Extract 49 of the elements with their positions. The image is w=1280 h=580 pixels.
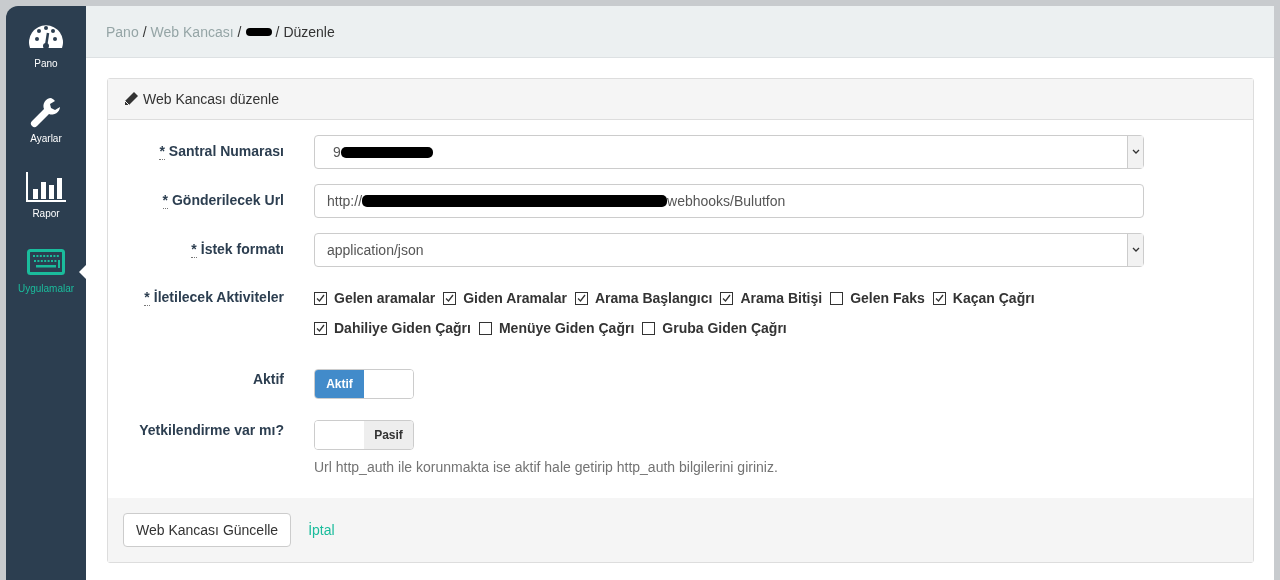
sidebar-item[interactable]: Ayarlar [6,95,86,156]
checkbox[interactable] [478,321,492,335]
update-button[interactable]: Web Kancası Güncelle [123,513,292,547]
select-field[interactable]: application/json [314,233,1144,267]
activity-checkbox[interactable]: Gruba Giden Çağrı [642,320,787,336]
help-text: Url http_auth ile korunmakta ise aktif hale getirip http_auth bilgilerini giriniz. [314,459,779,475]
field-label: * İletilecek Aktiviteler [144,289,284,305]
checkbox[interactable] [574,291,588,305]
activity-checkbox[interactable]: Arama Bitişi [720,290,823,306]
breadcrumb-separator: / [275,23,280,40]
gauge-icon [29,25,63,49]
breadcrumb-separator: / [237,23,242,40]
breadcrumb-separator: / [142,23,147,40]
bar-chart-icon [26,172,66,202]
sidebar-item[interactable]: Pano [6,20,86,81]
checkbox[interactable] [314,291,327,305]
activity-checkbox[interactable]: Giden Aramalar [443,290,567,306]
card-title: Web Kancası düzenle [143,91,279,107]
activity-checkbox[interactable]: Gelen aramalar [314,290,436,306]
field-label: Aktif [252,371,284,387]
redaction-bar [245,27,272,36]
field-value: webhooks/Bulutfon [667,193,786,209]
sidebar-item[interactable]: Rapor [6,170,86,231]
field-value: 9 [332,144,341,160]
breadcrumb-current: Düzenle [283,23,335,40]
activity-checkbox[interactable]: Dahiliye Giden Çağrı [314,320,471,336]
field-label: * Gönderilecek Url [162,192,284,208]
activity-checkbox[interactable]: Kaçan Çağrı [932,290,1035,306]
pencil-icon [123,91,139,107]
field-label: * Santral Numarası [159,143,284,159]
select-field[interactable]: 9 [314,135,1144,169]
checkbox[interactable] [720,291,734,305]
activity-checkbox[interactable]: Menüye Giden Çağrı [478,320,635,336]
activity-checkbox[interactable]: Arama Başlangıcı [574,290,713,306]
toggle-switch[interactable]: Pasif [314,420,414,450]
checkbox[interactable] [932,291,946,305]
checkbox[interactable] [830,291,844,305]
field-label: Yetkilendirme var mı? [139,422,284,438]
checkbox[interactable] [314,321,327,335]
toggle-switch[interactable]: Aktif [314,369,414,399]
field-value: application/json [327,242,424,258]
keyboard-icon [27,249,65,275]
checkbox[interactable] [443,291,457,305]
input-field[interactable]: http:// webhooks/Bulutfon [314,184,1144,218]
activity-checkbox[interactable]: Gelen Faks [830,290,925,306]
field-label: * İstek formatı [191,241,284,257]
wrench-icon [29,95,63,129]
field-value: http:// [327,193,363,209]
checkbox[interactable] [642,321,656,335]
